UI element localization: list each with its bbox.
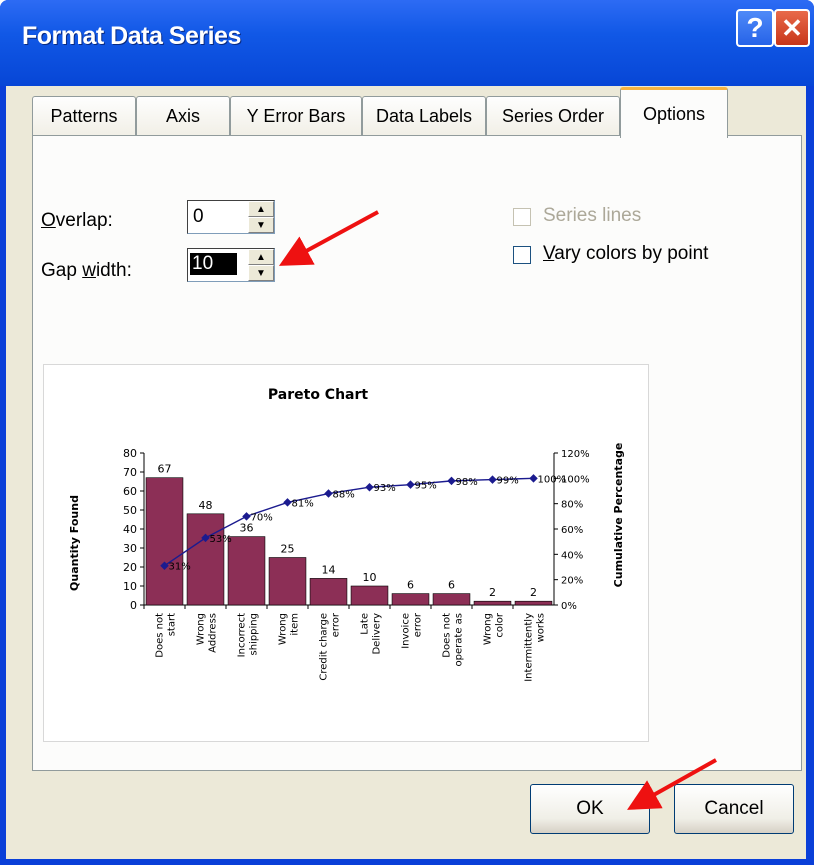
help-button[interactable]: ?: [736, 9, 774, 47]
cumulative-data-label: 100%: [538, 474, 567, 485]
format-data-series-dialog: Format Data Series ? ✕ Patterns Axis Y E…: [0, 0, 814, 865]
bar-data-label: 14: [322, 563, 336, 576]
cumulative-data-label: 70%: [251, 512, 273, 523]
category-label: WrongAddress: [196, 613, 219, 653]
ok-button[interactable]: OK: [530, 784, 650, 834]
cumulative-point: [242, 512, 251, 521]
cumulative-data-label: 81%: [292, 498, 314, 509]
category-label: Does notoperate as: [442, 613, 465, 667]
y-tick-label: 30: [123, 542, 137, 555]
cumulative-data-label: 93%: [374, 483, 396, 494]
bar-data-label: 67: [158, 463, 172, 476]
pareto-bar: [268, 557, 307, 606]
cumulative-data-label: 53%: [210, 534, 232, 545]
overlap-label: Overlap:: [41, 210, 113, 231]
cumulative-point: [488, 475, 497, 484]
y-tick-label: 70: [123, 466, 137, 479]
pareto-chart: Pareto Chart Quantity Found Cumulative P…: [68, 387, 625, 682]
cumulative-point: [324, 489, 333, 498]
category-label: Credit chargeerror: [319, 612, 342, 681]
y-tick-label: 50: [123, 504, 137, 517]
y-axis-title: Quantity Found: [68, 495, 81, 591]
cumulative-point: [447, 476, 456, 486]
category-label: Does notstart: [155, 613, 178, 658]
bar-data-label: 25: [281, 543, 295, 556]
tab-data-labels[interactable]: Data Labels: [362, 96, 486, 136]
series-lines-label: Series lines: [543, 205, 642, 226]
cumulative-point: [406, 480, 415, 489]
pareto-bar: [514, 600, 553, 606]
close-icon: ✕: [781, 13, 803, 43]
cumulative-point: [365, 482, 374, 492]
pareto-bar: [350, 585, 389, 606]
cumulative-point: [529, 474, 538, 483]
dialog-title: Format Data Series: [22, 22, 241, 50]
pareto-bar: [309, 578, 348, 606]
bar-data-label: 2: [530, 586, 537, 599]
cumulative-data-label: 98%: [456, 477, 478, 488]
y2-axis-title: Cumulative Percentage: [612, 443, 625, 588]
pareto-bar: [186, 513, 225, 606]
y2-tick-label: 20%: [561, 576, 583, 587]
category-label: Invoiceerror: [401, 612, 424, 649]
y2-tick-label: 0%: [561, 601, 577, 612]
chart-preview: Pareto Chart Quantity Found Cumulative P…: [43, 364, 649, 742]
bar-data-label: 6: [407, 579, 414, 592]
overlap-value[interactable]: 0: [193, 206, 204, 228]
category-label: Wrongitem: [278, 613, 301, 645]
tab-series-order[interactable]: Series Order: [486, 96, 620, 136]
tab-options[interactable]: Options: [620, 87, 728, 138]
cumulative-data-label: 99%: [497, 476, 519, 487]
tab-axis[interactable]: Axis: [136, 96, 230, 136]
overlap-up-arrow-icon[interactable]: ▲: [248, 201, 274, 217]
overlap-spinner[interactable]: 0 ▲ ▼: [187, 200, 275, 234]
options-panel: Overlap: 0 ▲ ▼ Gap width: 10 ▲ ▼ Series …: [32, 135, 802, 771]
category-label: Intermittentlyworks: [524, 613, 547, 682]
pareto-bar: [227, 536, 266, 606]
bar-data-label: 48: [199, 499, 213, 512]
chart-title: Pareto Chart: [268, 387, 369, 403]
y-tick-label: 20: [123, 561, 137, 574]
vary-colors-checkbox[interactable]: [513, 246, 531, 264]
category-label: Incorrectshipping: [237, 613, 260, 657]
gap-width-spinner[interactable]: 10 ▲ ▼: [187, 248, 275, 282]
y-tick-label: 80: [123, 447, 137, 460]
pareto-bar: [391, 593, 430, 606]
pareto-bar: [473, 600, 512, 606]
dialog-client-area: Patterns Axis Y Error Bars Data Labels S…: [6, 86, 806, 859]
bar-data-label: 10: [363, 571, 377, 584]
title-bar[interactable]: Format Data Series ? ✕: [0, 0, 814, 86]
cumulative-data-label: 31%: [169, 562, 191, 573]
series-lines-checkbox[interactable]: [513, 208, 531, 226]
tab-patterns[interactable]: Patterns: [32, 96, 136, 136]
bar-data-label: 6: [448, 579, 455, 592]
y2-tick-label: 80%: [561, 500, 583, 511]
pareto-bar: [432, 593, 471, 606]
cumulative-data-label: 95%: [415, 481, 437, 492]
y2-tick-label: 40%: [561, 550, 583, 561]
gap-up-arrow-icon[interactable]: ▲: [248, 249, 274, 265]
y-tick-label: 0: [130, 599, 137, 612]
pareto-bar: [145, 477, 184, 606]
gap-down-arrow-icon[interactable]: ▼: [248, 265, 274, 281]
gap-width-label: Gap width:: [41, 260, 132, 281]
cumulative-point: [283, 498, 292, 507]
y-tick-label: 60: [123, 485, 137, 498]
bar-data-label: 2: [489, 586, 496, 599]
vary-colors-label: Vary colors by point: [543, 243, 709, 264]
y2-tick-label: 120%: [561, 449, 590, 460]
y-tick-label: 10: [123, 580, 137, 593]
y2-tick-label: 60%: [561, 525, 583, 536]
category-label: Wrongcolor: [483, 612, 506, 645]
y-tick-label: 40: [123, 523, 137, 536]
cancel-button[interactable]: Cancel: [674, 784, 794, 834]
close-button[interactable]: ✕: [774, 9, 810, 47]
bar-data-label: 36: [240, 522, 254, 535]
cumulative-data-label: 88%: [333, 490, 355, 501]
overlap-down-arrow-icon[interactable]: ▼: [248, 217, 274, 233]
gap-width-value[interactable]: 10: [190, 253, 238, 275]
category-label: LateDelivery: [360, 613, 383, 655]
tab-y-error-bars[interactable]: Y Error Bars: [230, 96, 362, 136]
